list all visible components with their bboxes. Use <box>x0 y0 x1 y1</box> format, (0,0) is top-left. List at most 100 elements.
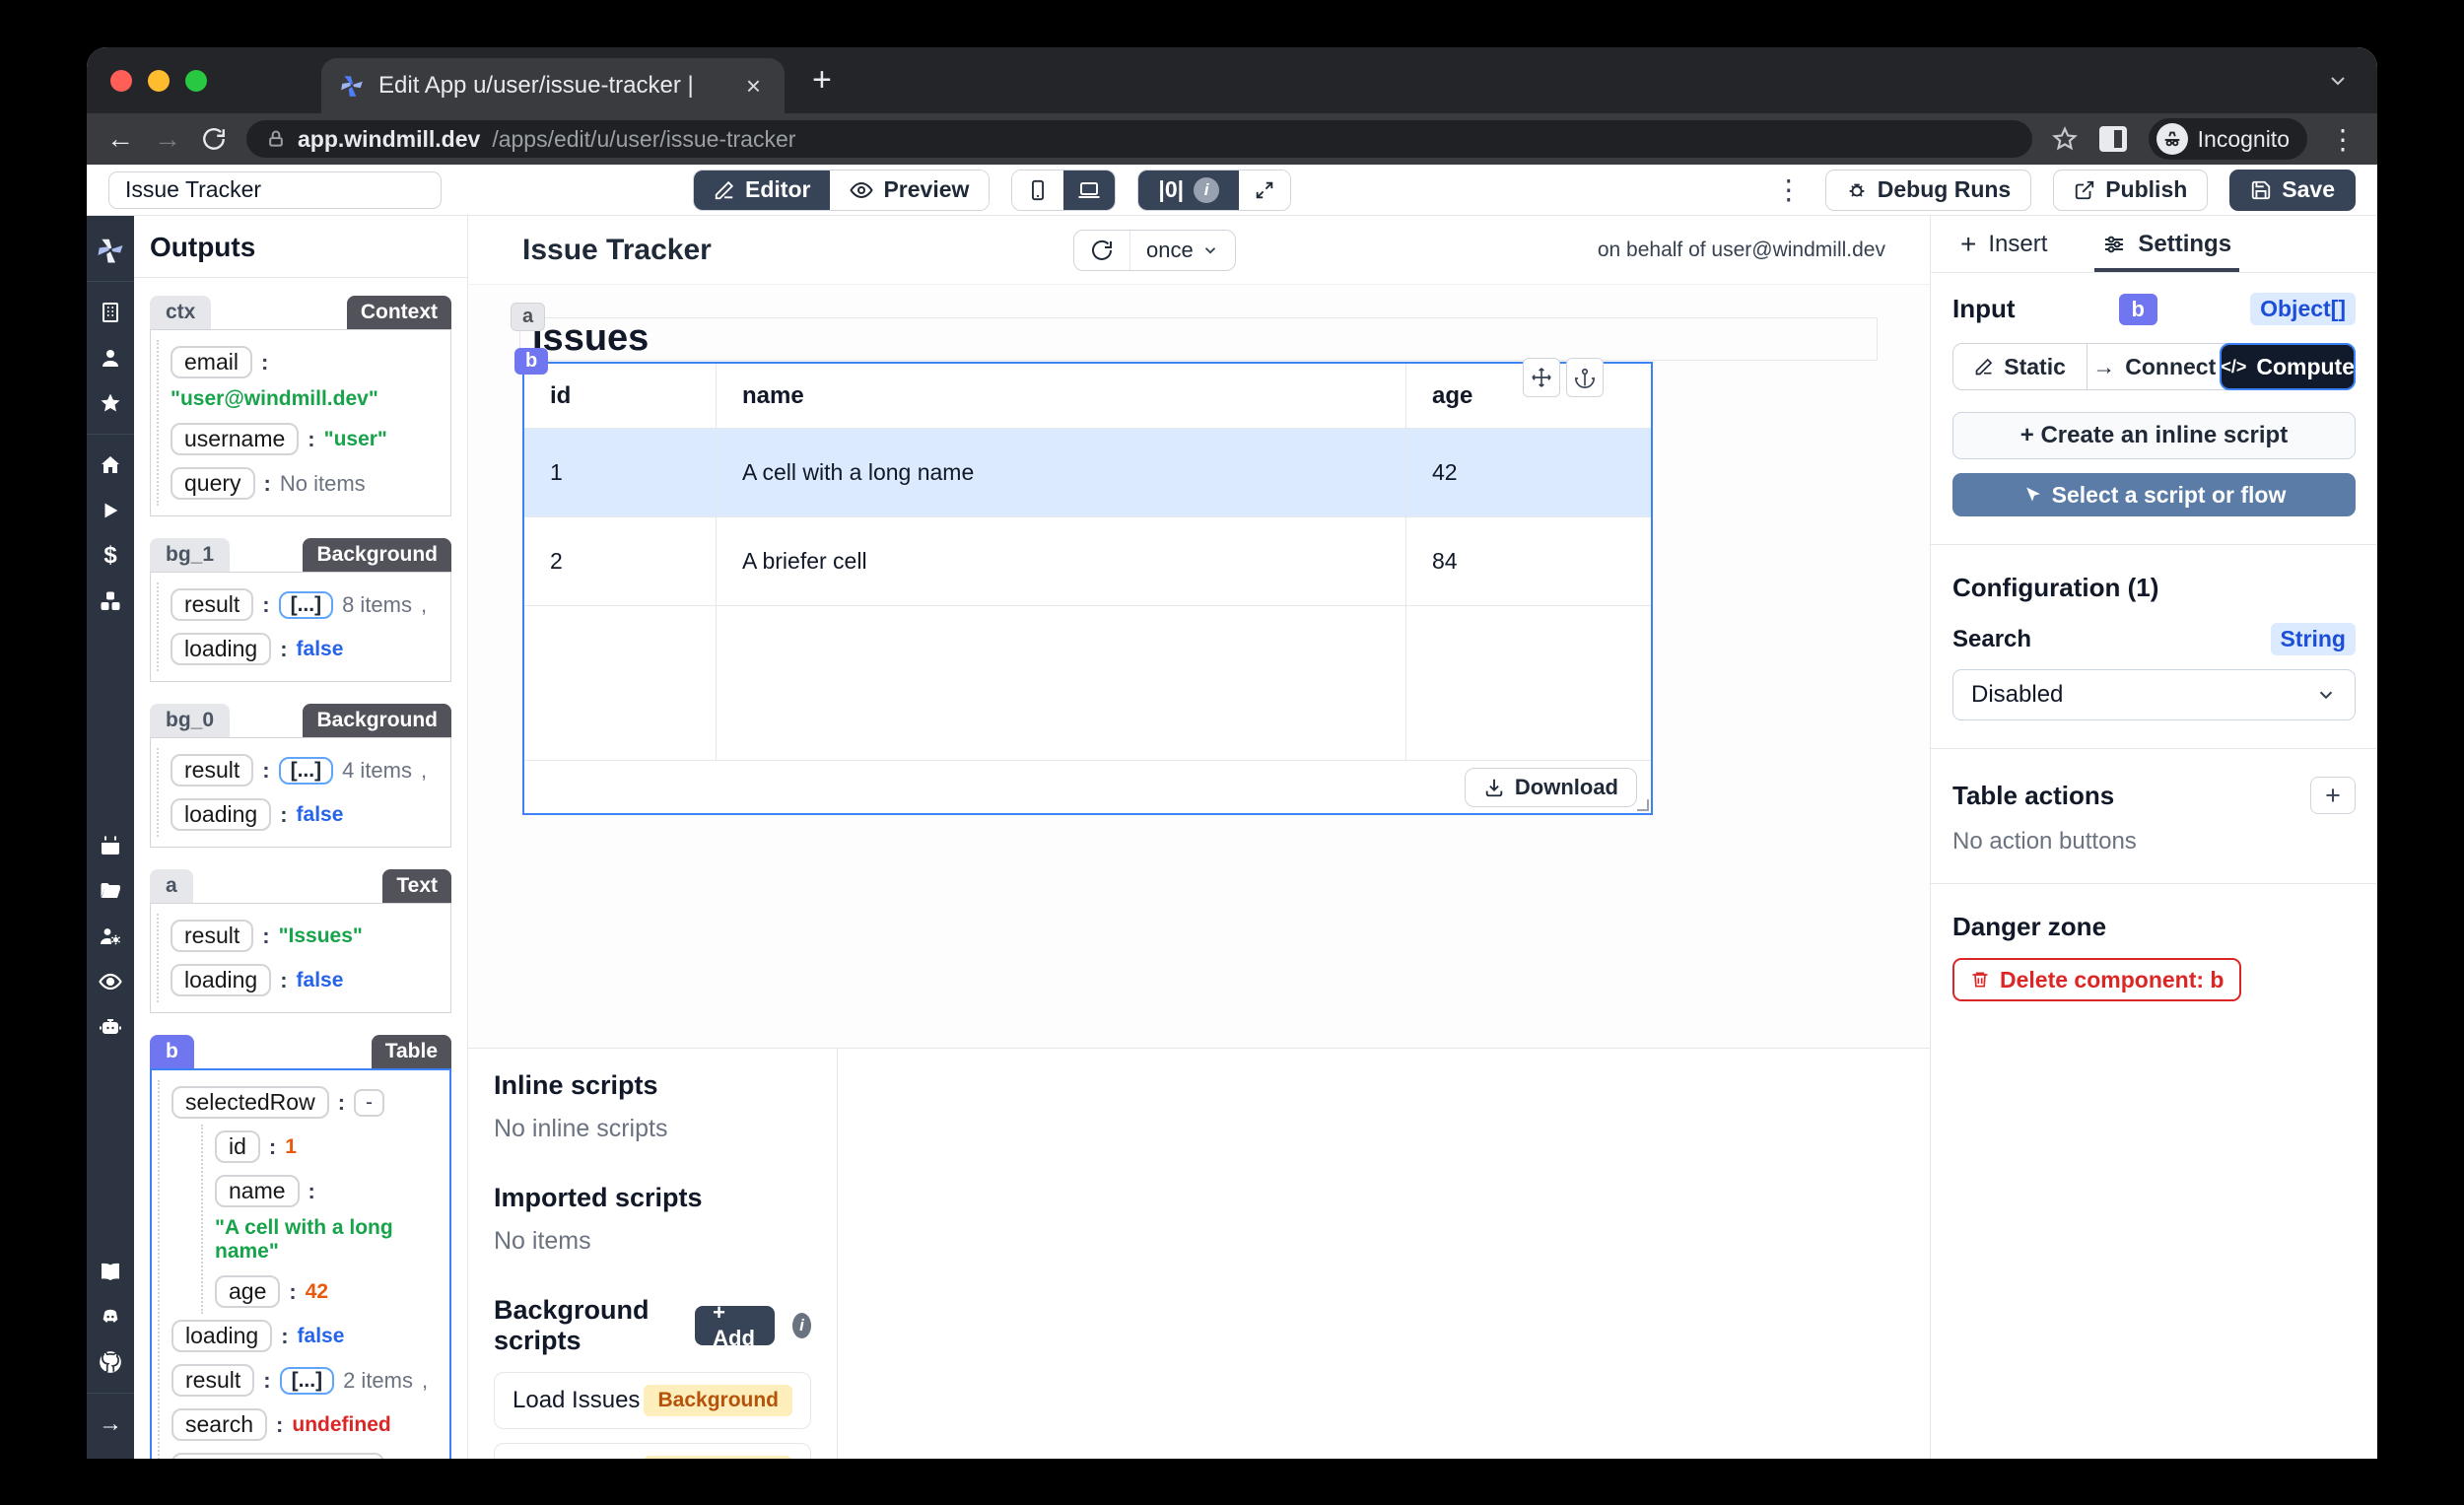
collapse-object-button[interactable]: - <box>354 1088 385 1117</box>
output-row[interactable]: loading: false <box>171 958 441 1002</box>
download-button[interactable]: Download <box>1464 767 1637 807</box>
debug-runs-button[interactable]: Debug Runs <box>1824 169 2032 211</box>
table-cell[interactable]: 42 <box>1406 429 1651 517</box>
collapse-rail-arrow-icon[interactable]: → <box>87 1402 134 1447</box>
minimize-window-button[interactable] <box>148 69 170 92</box>
docs-book-icon[interactable] <box>87 1249 134 1294</box>
close-window-button[interactable] <box>110 69 132 92</box>
table-component[interactable]: b id name age 1 A cell with a long name … <box>514 348 1653 815</box>
output-row[interactable]: loading: false <box>171 792 441 837</box>
output-row[interactable]: result: [...] 4 items , <box>171 748 441 792</box>
tab-insert[interactable]: + Insert <box>1960 216 2047 272</box>
output-row[interactable]: username: "user" <box>171 417 441 461</box>
output-key[interactable]: query <box>171 467 255 500</box>
output-row[interactable]: name: "A cell with a long name" <box>215 1169 440 1269</box>
output-key[interactable]: result <box>171 1364 255 1397</box>
output-row[interactable]: query: No items <box>171 461 441 506</box>
output-row[interactable]: loading: false <box>171 627 441 671</box>
output-key[interactable]: result <box>171 754 254 787</box>
component-chip-a[interactable]: a <box>511 303 546 331</box>
output-key[interactable]: id <box>215 1130 260 1163</box>
user-icon[interactable] <box>87 335 134 380</box>
output-key[interactable]: result <box>171 588 254 621</box>
output-key[interactable]: age <box>215 1275 281 1308</box>
new-tab-icon[interactable]: + <box>812 61 832 100</box>
app-name-input[interactable] <box>108 171 442 209</box>
save-button[interactable]: Save <box>2229 169 2356 211</box>
mobile-view-button[interactable] <box>1012 170 1064 210</box>
output-row[interactable]: result: "Issues" <box>171 914 441 958</box>
more-options-icon[interactable]: ⋮ <box>1775 173 1804 206</box>
folders-icon[interactable] <box>87 868 134 914</box>
table-cell[interactable]: 2 <box>524 517 717 606</box>
workspace-icon[interactable] <box>87 290 134 335</box>
static-mode-button[interactable]: Static <box>1953 344 2087 389</box>
resize-handle[interactable] <box>1637 799 1649 811</box>
forward-icon[interactable]: → <box>154 123 181 155</box>
windmill-logo-icon[interactable] <box>87 228 134 273</box>
address-bar[interactable]: app.windmill.dev/apps/edit/u/user/issue-… <box>246 120 2032 158</box>
preview-tab[interactable]: Preview <box>830 170 990 210</box>
table-cell[interactable]: 84 <box>1406 517 1651 606</box>
component-id-chip-selected[interactable]: b <box>150 1035 194 1068</box>
side-panel-icon[interactable] <box>2098 126 2127 152</box>
connect-mode-button[interactable]: → Connect <box>2087 344 2221 389</box>
window-controls[interactable] <box>87 69 233 92</box>
table-cell[interactable]: 1 <box>524 429 717 517</box>
component-id-chip[interactable]: bg_0 <box>150 704 231 737</box>
runs-play-icon[interactable] <box>87 488 134 533</box>
workers-icon[interactable] <box>87 914 134 959</box>
output-key[interactable]: name <box>215 1175 300 1207</box>
output-key[interactable]: loading <box>171 798 272 831</box>
output-row[interactable]: email: "user@windmill.dev" <box>171 340 441 417</box>
discord-icon[interactable] <box>87 1294 134 1339</box>
expand-array-button[interactable]: [...] <box>278 756 334 785</box>
table-cell[interactable]: A briefer cell <box>717 517 1406 606</box>
component-chip-b[interactable]: b <box>514 348 549 375</box>
output-row[interactable]: id: 1 <box>215 1125 440 1169</box>
output-key[interactable]: loading <box>171 1320 273 1352</box>
table-cell[interactable]: A cell with a long name <box>717 429 1406 517</box>
zoom-window-button[interactable] <box>185 69 207 92</box>
desktop-view-button[interactable] <box>1063 170 1116 210</box>
variables-dollar-icon[interactable]: $ <box>87 533 134 579</box>
github-icon[interactable] <box>87 1339 134 1385</box>
create-inline-script-button[interactable]: + Create an inline script <box>1952 412 2356 459</box>
tab-close-icon[interactable]: × <box>740 71 767 102</box>
bookmark-star-icon[interactable] <box>2051 126 2078 152</box>
output-key[interactable]: loading <box>171 964 272 996</box>
output-key[interactable]: result <box>171 920 254 952</box>
output-row[interactable]: search: undefined <box>171 1402 440 1447</box>
publish-button[interactable]: Publish <box>2053 169 2209 211</box>
anchor-component-icon[interactable] <box>1566 358 1604 397</box>
script-card[interactable]: Load Issues Background <box>494 1372 811 1429</box>
browser-menu-icon[interactable]: ⋮ <box>2329 123 2358 156</box>
hide-left-panel-button[interactable]: |0| i <box>1138 170 1240 210</box>
editor-tab[interactable]: Editor <box>694 170 831 210</box>
ai-robot-icon[interactable] <box>87 1004 134 1050</box>
component-id-chip[interactable]: ctx <box>150 296 212 329</box>
output-row[interactable]: selectedRow: - <box>171 1080 440 1125</box>
resources-cubes-icon[interactable] <box>87 579 134 624</box>
refresh-mode-dropdown[interactable]: once <box>1129 230 1235 270</box>
app-canvas[interactable]: a Issues b id name age 1 A cell with a l… <box>468 285 1930 1048</box>
tab-search-chevron-icon[interactable] <box>2326 69 2350 93</box>
column-header[interactable]: name <box>717 364 1406 429</box>
output-key[interactable]: selectedRowIndex <box>171 1453 384 1459</box>
expand-array-button[interactable]: [...] <box>278 590 334 619</box>
tab-settings[interactable]: Settings <box>2094 216 2239 272</box>
delete-component-button[interactable]: Delete component: b <box>1952 958 2242 1001</box>
browser-tab[interactable]: Edit App u/user/issue-tracker | × <box>321 58 785 113</box>
compute-mode-button[interactable]: </> Compute <box>2220 343 2357 390</box>
script-card[interactable]: Load Users Background <box>494 1443 811 1459</box>
output-key[interactable]: search <box>171 1408 268 1441</box>
search-mode-select[interactable]: Disabled <box>1952 669 2356 720</box>
fullscreen-button[interactable] <box>1239 170 1291 210</box>
expand-array-button[interactable]: [...] <box>279 1366 335 1395</box>
add-background-script-button[interactable]: + Add <box>695 1300 775 1350</box>
output-key[interactable]: selectedRow <box>171 1086 329 1119</box>
column-header[interactable]: id <box>524 364 717 429</box>
schedules-calendar-icon[interactable] <box>87 823 134 868</box>
add-table-action-button[interactable]: + <box>2310 777 2356 814</box>
text-component[interactable]: a Issues <box>511 303 1878 361</box>
